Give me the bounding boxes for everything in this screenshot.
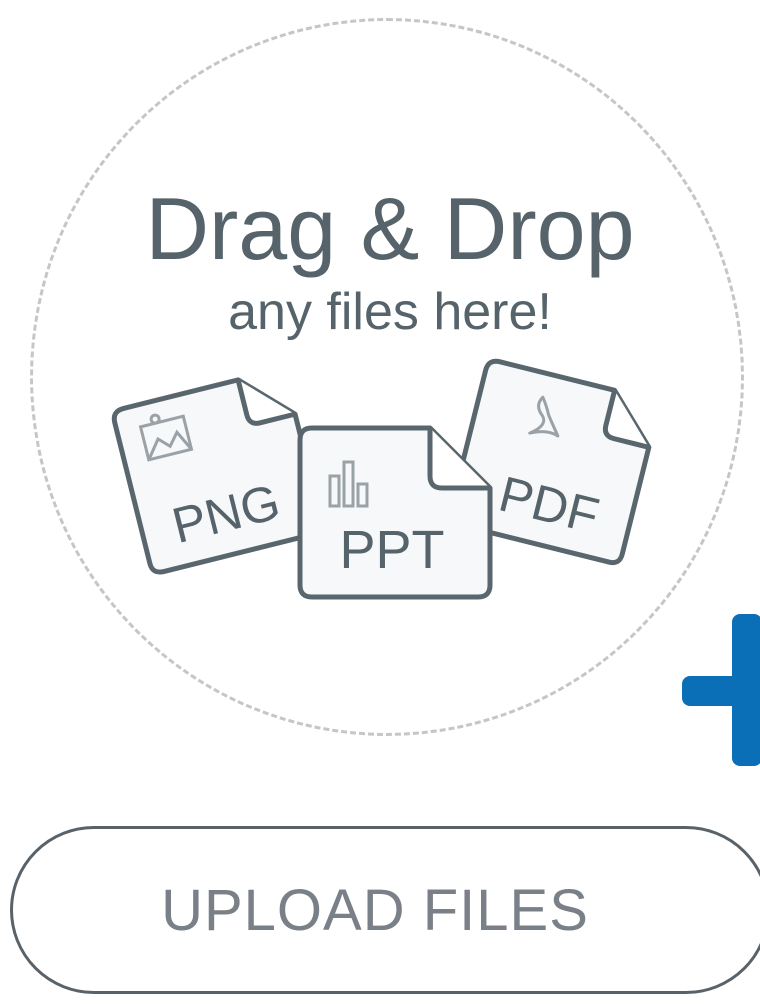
upload-page: Drag & Drop any files here! PNG PDF PPT … (0, 0, 760, 1005)
plus-icon[interactable] (676, 610, 760, 770)
file-type-label: PPT (339, 520, 444, 580)
upload-files-button[interactable]: UPLOAD FILES (10, 826, 760, 994)
png-file-icon: PNG (111, 377, 325, 575)
ppt-file-icon: PPT (297, 425, 493, 600)
upload-files-label: UPLOAD FILES (161, 877, 589, 943)
